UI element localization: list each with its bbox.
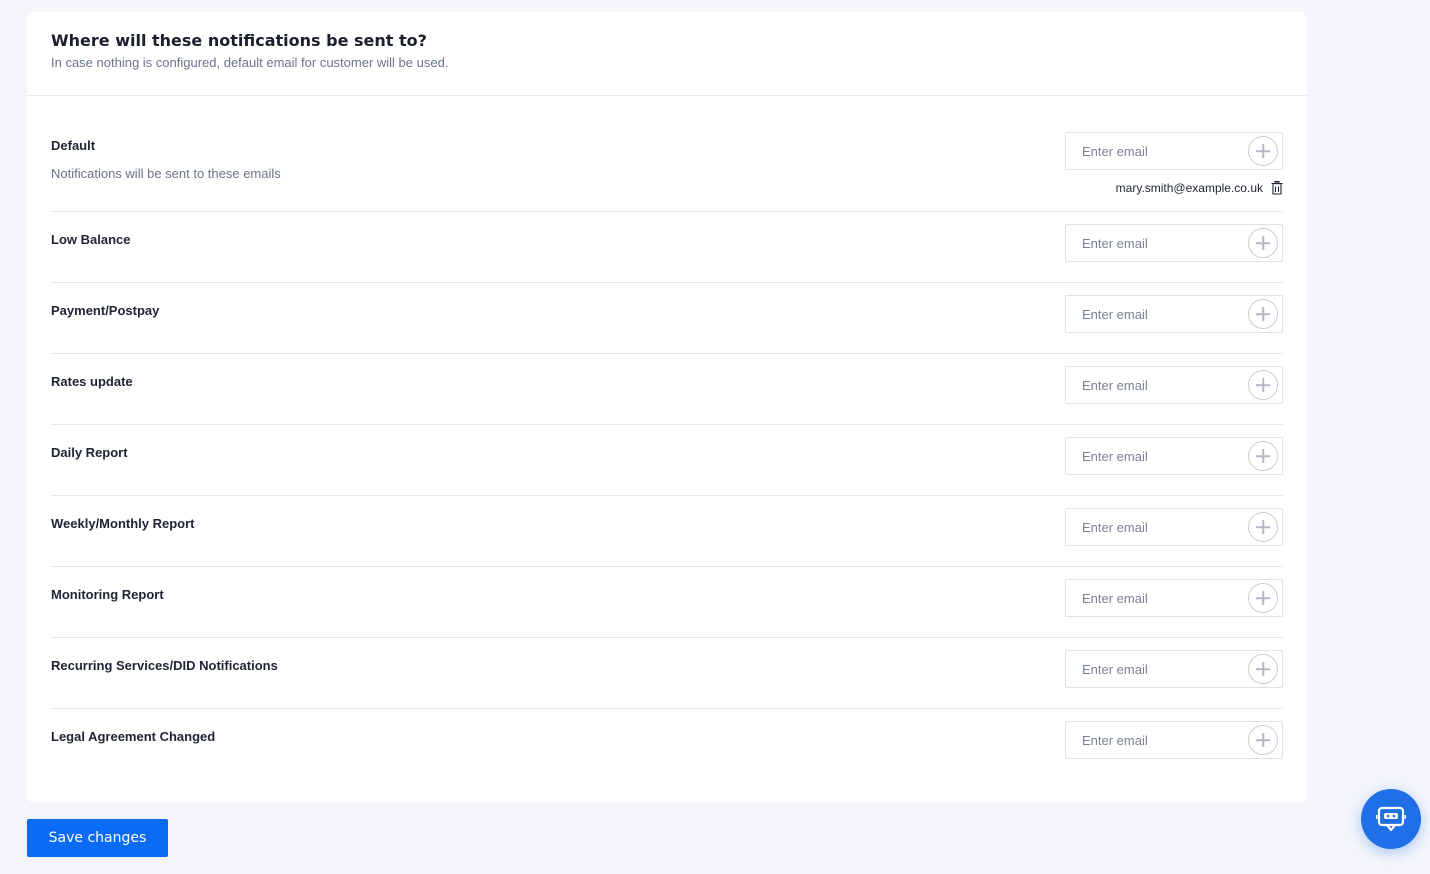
email-input[interactable] — [1066, 438, 1244, 474]
add-email-button[interactable] — [1248, 512, 1278, 542]
row-description: Notifications will be sent to these emai… — [51, 166, 281, 181]
chat-bot-icon — [1376, 806, 1406, 832]
email-input[interactable] — [1066, 651, 1244, 687]
email-field-group — [1065, 508, 1283, 546]
email-input[interactable] — [1066, 722, 1244, 758]
row-weekly-monthly-report: Weekly/Monthly Report — [51, 496, 1283, 567]
row-payment-postpay: Payment/Postpay — [51, 283, 1283, 354]
chat-button[interactable] — [1361, 789, 1421, 849]
email-field-group — [1065, 579, 1283, 617]
notification-rows: Default Notifications will be sent to th… — [27, 96, 1307, 780]
email-input[interactable] — [1066, 509, 1244, 545]
card-header: Where will these notifications be sent t… — [27, 12, 1307, 96]
row-label: Rates update — [51, 374, 133, 389]
row-label: Legal Agreement Changed — [51, 729, 216, 744]
email-field-group — [1065, 366, 1283, 404]
row-default: Default Notifications will be sent to th… — [51, 96, 1283, 212]
email-input[interactable] — [1066, 367, 1244, 403]
card-subtitle: In case nothing is configured, default e… — [51, 55, 449, 70]
email-field-group — [1065, 650, 1283, 688]
add-email-button[interactable] — [1248, 136, 1278, 166]
notifications-card: Where will these notifications be sent t… — [27, 12, 1307, 803]
add-email-button[interactable] — [1248, 370, 1278, 400]
email-field-group — [1065, 224, 1283, 262]
add-email-button[interactable] — [1248, 441, 1278, 471]
row-label: Low Balance — [51, 232, 131, 247]
trash-icon[interactable] — [1271, 181, 1283, 195]
email-field-group — [1065, 437, 1283, 475]
row-legal-agreement: Legal Agreement Changed — [51, 709, 1283, 780]
email-field-group — [1065, 721, 1283, 759]
add-email-button[interactable] — [1248, 583, 1278, 613]
row-label: Weekly/Monthly Report — [51, 516, 195, 531]
row-daily-report: Daily Report — [51, 425, 1283, 496]
row-monitoring-report: Monitoring Report — [51, 567, 1283, 638]
save-changes-button[interactable]: Save changes — [27, 819, 168, 857]
row-label: Payment/Postpay — [51, 303, 160, 318]
row-low-balance: Low Balance — [51, 212, 1283, 283]
add-email-button[interactable] — [1248, 299, 1278, 329]
email-input[interactable] — [1066, 225, 1244, 261]
email-entry: mary.smith@example.co.uk — [1116, 181, 1283, 195]
email-field-group — [1065, 132, 1283, 170]
email-input[interactable] — [1066, 296, 1244, 332]
row-recurring-services: Recurring Services/DID Notifications — [51, 638, 1283, 709]
add-email-button[interactable] — [1248, 228, 1278, 258]
row-label: Monitoring Report — [51, 587, 164, 602]
card-title: Where will these notifications be sent t… — [51, 31, 427, 50]
row-label: Daily Report — [51, 445, 128, 460]
row-label: Default — [51, 138, 96, 153]
email-field-group — [1065, 295, 1283, 333]
email-address: mary.smith@example.co.uk — [1115, 181, 1263, 195]
row-rates-update: Rates update — [51, 354, 1283, 425]
row-label: Recurring Services/DID Notifications — [51, 658, 278, 673]
add-email-button[interactable] — [1248, 725, 1278, 755]
email-input[interactable] — [1066, 580, 1244, 616]
add-email-button[interactable] — [1248, 654, 1278, 684]
email-input[interactable] — [1066, 133, 1244, 169]
